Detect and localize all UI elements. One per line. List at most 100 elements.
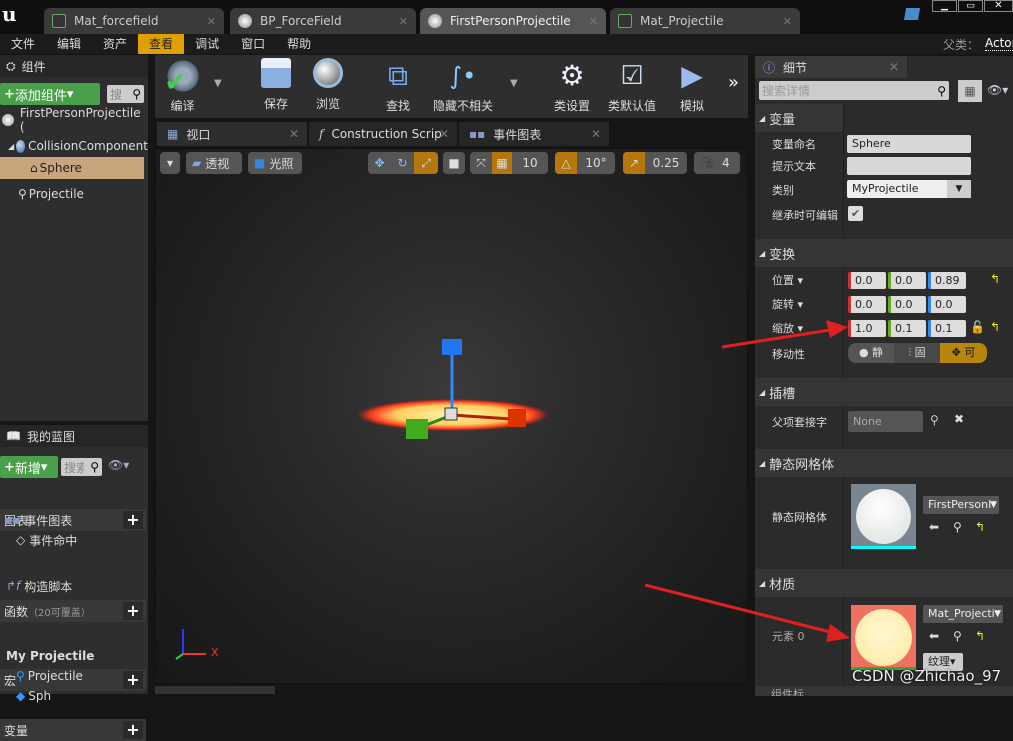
close-icon[interactable]: ✕ [399,15,408,28]
tree-item-collision[interactable]: ◢ CollisionComponent [0,135,148,157]
editable-checkbox[interactable]: ✔ [848,206,863,221]
tab-bp-forcefield[interactable]: BP_ForceField ✕ [230,8,416,34]
tab-event-graph[interactable]: ▪▪ 事件图表 ✕ [459,122,609,146]
variable-item-sphere[interactable]: ◆ Sph [16,685,51,707]
location-label[interactable]: 位置 ▾ [772,272,803,288]
section-transform[interactable]: ◢ 变换 [755,239,1013,267]
tab-mat-forcefield[interactable]: Mat_forcefield ✕ [44,8,224,34]
tab-construction-script[interactable]: f Construction Scrip ✕ [309,122,457,146]
hide-unrelated-button[interactable]: ∫• 隐藏不相关 [428,58,498,114]
viewport[interactable]: X [155,148,748,684]
parent-class-link[interactable]: Actor [985,36,1013,51]
visibility-eye-icon[interactable]: 👁▾ [987,83,1008,97]
mobility-static[interactable]: ● 静 [848,343,894,363]
rotation-z[interactable]: 0.0 [928,296,966,313]
section-static-mesh[interactable]: ◢ 静态网格体 [755,449,1013,477]
scale-snap-toggle[interactable]: ↗ [623,152,645,174]
mobility-movable[interactable]: ✥ 可 [940,343,987,363]
maximize-button[interactable]: ▭ [958,0,983,12]
tab-firstpersonprojectile[interactable]: FirstPersonProjectile ✕ [420,8,606,34]
components-search-input[interactable]: 搜 ⚲ [107,85,144,103]
find-button[interactable]: ⧉ 查找 [378,58,418,114]
browse-button[interactable]: 浏览 [308,58,348,112]
tree-item-sphere[interactable]: ⌂ Sphere [0,157,144,179]
new-button[interactable]: + 新增 ▾ [0,456,58,478]
add-graph-button[interactable]: + [123,511,143,529]
material-thumbnail[interactable] [851,605,916,670]
close-window-button[interactable]: ✕ [984,0,1013,12]
add-macro-button[interactable]: + [123,671,143,689]
static-mesh-dropdown[interactable]: FirstPersonI ▼ [923,496,999,514]
location-z[interactable]: 0.89 [928,272,966,289]
reset-to-default-icon[interactable]: ↰ [975,520,985,534]
close-icon[interactable]: ✕ [439,127,449,141]
translate-icon[interactable]: ✥ [368,156,391,170]
details-search-input[interactable]: 搜索详情 ⚲ [759,81,949,100]
close-icon[interactable]: ✕ [289,127,299,141]
close-icon[interactable]: ✕ [591,127,601,141]
variable-item-projectile[interactable]: ⚲ Projectile [16,665,83,687]
menu-view[interactable]: 查看 [138,34,185,54]
viewport-options-dropdown[interactable]: ▾ [160,152,180,174]
scale-label[interactable]: 缩放 ▾ [772,320,803,336]
add-component-button[interactable]: + 添加组件 ▾ [0,83,100,105]
grid-snap-toggle[interactable]: ▦ [492,152,512,174]
browse-search-icon[interactable]: ⚲ [953,520,962,534]
perspective-button[interactable]: ▰ 透视 [186,152,242,174]
menu-asset[interactable]: 资产 [92,34,138,54]
clear-icon[interactable]: ✖ [954,412,964,426]
scale-icon[interactable]: ⤢ [414,152,438,174]
coordinate-space-button[interactable]: ■ [443,152,465,174]
section-variables[interactable]: 变量 + [0,719,146,741]
browse-search-icon[interactable]: ⚲ [953,629,962,643]
search-icon[interactable]: ⚲ [930,413,939,427]
reset-to-default-icon[interactable]: ↰ [975,629,985,643]
scale-z[interactable]: 0.1 [928,320,966,337]
menu-window[interactable]: 窗口 [230,34,276,54]
parent-socket-input[interactable]: None [848,411,923,432]
compile-options-dropdown[interactable]: ▼ [214,78,222,89]
section-variable[interactable]: ◢ 变量 [755,104,843,132]
details-tab[interactable]: ⓘ 细节 ✕ [755,56,907,78]
tab-mat-projectile[interactable]: Mat_Projectile ✕ [610,8,800,34]
rotation-snap-toggle[interactable]: △ [555,152,577,174]
item-event-graph[interactable]: ▪▪ 事件图表 [4,509,72,531]
variable-category[interactable]: My Projectile [6,645,94,667]
item-construction-script[interactable]: ↱f 构造脚本 [6,575,72,597]
blueprint-search-input[interactable]: 搜索 ⚲ [61,458,102,476]
save-button[interactable]: 保存 [256,58,296,112]
add-variable-button[interactable]: + [123,721,143,739]
close-icon[interactable]: ✕ [589,15,598,28]
material-dropdown[interactable]: Mat_Projecti ▼ [923,605,1003,623]
mobility-stationary[interactable]: ⫶ 固 [894,343,940,363]
use-selected-arrow-icon[interactable]: ⬅ [929,520,939,534]
class-defaults-button[interactable]: ☑ 类默认值 [606,58,658,114]
rotate-icon[interactable]: ↻ [391,156,414,170]
section-next[interactable]: 组件标 [755,686,1013,696]
tab-viewport[interactable]: ▦ 视口 ✕ [157,122,307,146]
static-mesh-thumbnail[interactable] [851,484,916,549]
location-y[interactable]: 0.0 [888,272,926,289]
category-dropdown[interactable]: MyProjectile ▼ [847,180,971,198]
lit-button[interactable]: ■ 光照 [248,152,302,174]
tooltip-input[interactable] [847,157,971,175]
close-icon[interactable]: ✕ [889,60,899,74]
minimize-button[interactable]: ▁ [932,0,957,12]
menu-edit[interactable]: 编辑 [46,34,92,54]
class-settings-button[interactable]: ⚙ 类设置 [550,58,594,114]
scale-snap-value[interactable]: 0.25 [645,156,687,170]
property-matrix-button[interactable]: ▦ [958,80,982,102]
variable-name-input[interactable]: Sphere [847,135,971,153]
compile-button[interactable]: ✔ 编译 [160,58,205,114]
location-x[interactable]: 0.0 [848,272,886,289]
reset-to-default-icon[interactable]: ↰ [990,272,1000,286]
section-functions[interactable]: 函数 （20可覆盖） + [0,600,146,622]
use-selected-arrow-icon[interactable]: ⬅ [929,629,939,643]
reset-to-default-icon[interactable]: ↰ [990,320,1000,334]
camera-speed-button[interactable]: 🎥 4 [694,152,740,174]
rotation-x[interactable]: 0.0 [848,296,886,313]
close-icon[interactable]: ✕ [783,15,792,28]
section-materials[interactable]: ◢ 材质 [755,569,1013,597]
rotation-label[interactable]: 旋转 ▾ [772,296,803,312]
menu-help[interactable]: 帮助 [276,34,322,54]
